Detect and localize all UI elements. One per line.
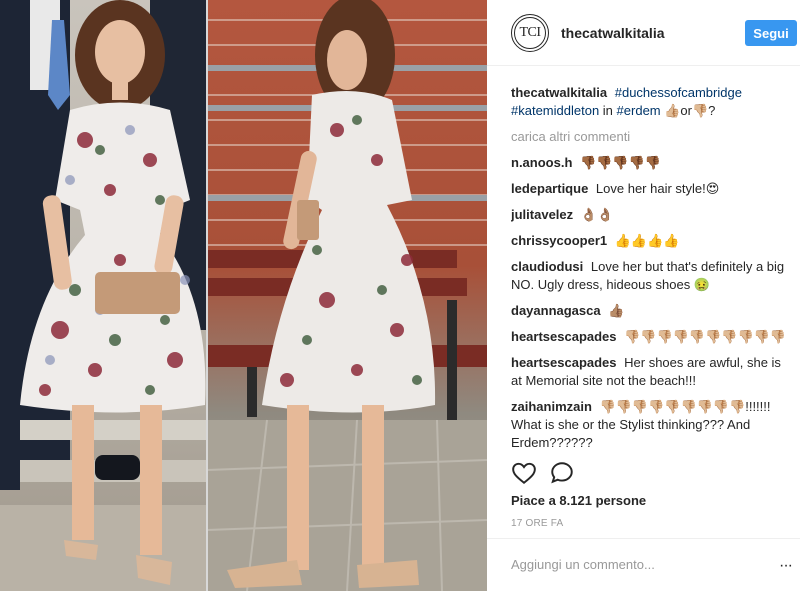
header-username[interactable]: thecatwalkitalia [561, 25, 665, 41]
post-timestamp: 17 ORE FA [511, 518, 564, 529]
hashtag-link[interactable]: #katemiddleton [511, 103, 599, 118]
post-header: TCI thecatwalkitalia Segui [487, 0, 800, 66]
comment-username[interactable]: claudiodusi [511, 259, 583, 274]
caption-username[interactable]: thecatwalkitalia [511, 85, 607, 100]
avatar[interactable]: TCI [511, 14, 549, 52]
comment-username[interactable]: ledepartique [511, 181, 588, 196]
comment: dayannagasca 👍🏽 [511, 302, 793, 320]
more-options-icon[interactable]: ··· [779, 557, 793, 575]
comment: heartsescapades 👎🏼👎🏼👎🏼👎🏼👎🏼👎🏼👎🏼👎🏼👎🏼👎🏼 [511, 328, 793, 346]
comment-icon[interactable] [549, 460, 575, 486]
comment-text: 👍🏽 [608, 303, 625, 318]
photo-divider [206, 0, 208, 591]
avatar-text: TCI [519, 25, 541, 40]
comment-text: 👍👍👍👍 [614, 233, 680, 248]
likes-count[interactable]: Piace a 8.121 persone [511, 493, 646, 508]
post-side-panel: TCI thecatwalkitalia Segui thecatwalkita… [487, 0, 800, 591]
load-more-comments-link[interactable]: carica altri commenti [511, 128, 793, 146]
comment: n.anoos.h 👎🏾👎🏾👎🏾👎🏾👎🏾 [511, 154, 793, 172]
comment-text: 👎🏼👎🏼👎🏼👎🏼👎🏼👎🏼👎🏼👎🏼👎🏼👎🏼 [624, 329, 787, 344]
add-comment-bar: Aggiungi un commento... ··· [487, 538, 800, 591]
caption-text: in [602, 103, 613, 118]
comment-username[interactable]: dayannagasca [511, 303, 601, 318]
comment-username[interactable]: n.anoos.h [511, 155, 572, 170]
comment-username[interactable]: heartsescapades [511, 329, 617, 344]
comment: chrissycooper1 👍👍👍👍 [511, 232, 793, 250]
comment-username[interactable]: julitavelez [511, 207, 573, 222]
photo-left-half [0, 0, 207, 591]
comment-username[interactable]: zaihanimzain [511, 399, 592, 414]
comment: claudiodusi Love her but that's definite… [511, 258, 793, 294]
comment: heartsescapades Her shoes are awful, she… [511, 354, 793, 390]
caption: thecatwalkitalia #duchessofcambridge #ka… [511, 84, 793, 120]
comment-username[interactable]: chrissycooper1 [511, 233, 607, 248]
comment: zaihanimzain 👎🏼👎🏼👎🏼👎🏼👎🏼👎🏼👎🏼👎🏼👎🏼!!!!!!! W… [511, 398, 793, 450]
post-photo[interactable] [0, 0, 487, 591]
add-comment-input[interactable]: Aggiungi un commento... [511, 557, 655, 572]
comment-username[interactable]: heartsescapades [511, 355, 617, 370]
comment-text: Love her hair style!😍 [595, 181, 720, 196]
photo-left-illustration [0, 0, 207, 591]
comment-text: 👎🏾👎🏾👎🏾👎🏾👎🏾 [580, 155, 661, 170]
comment: julitavelez 👌🏽👌🏽 [511, 206, 793, 224]
comment: ledepartique Love her hair style!😍 [511, 180, 793, 198]
photo-right-illustration [207, 0, 487, 591]
hashtag-link[interactable]: #erdem [617, 103, 661, 118]
caption-text: 👍🏼or👎🏼? [664, 103, 716, 118]
follow-button[interactable]: Segui [745, 20, 797, 46]
comment-text: 👌🏽👌🏽 [580, 207, 614, 222]
heart-icon[interactable] [511, 460, 537, 486]
photo-right-half [207, 0, 487, 591]
hashtag-link[interactable]: #duchessofcambridge [615, 85, 742, 100]
comments-list[interactable]: thecatwalkitalia #duchessofcambridge #ka… [511, 84, 793, 450]
